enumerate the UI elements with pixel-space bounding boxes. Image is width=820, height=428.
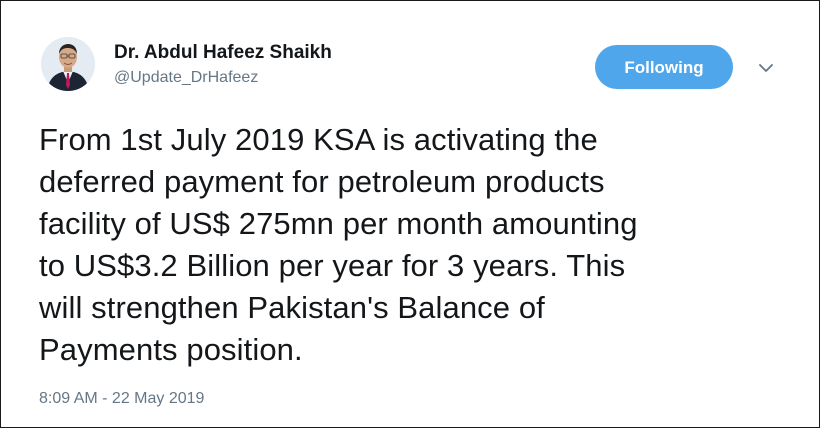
tweet-text-line: From 1st July 2019 KSA is activating the: [39, 122, 598, 157]
author-handle[interactable]: @Update_DrHafeez: [114, 67, 332, 89]
following-button[interactable]: Following: [595, 45, 733, 89]
tweet-text-line: will strengthen Pakistan's Balance of: [39, 290, 545, 325]
avatar[interactable]: [41, 37, 95, 91]
chevron-down-icon: [759, 64, 773, 72]
author-display-name[interactable]: Dr. Abdul Hafeez Shaikh: [114, 41, 332, 65]
tweet-text-line: to US$3.2 Billion per year for 3 years. …: [39, 248, 626, 283]
tweet-header: Dr. Abdul Hafeez Shaikh @Update_DrHafeez…: [1, 1, 819, 111]
tweet-text-line: Payments position.: [39, 332, 303, 367]
profile-photo-icon: [41, 37, 95, 91]
tweet-text: From 1st July 2019 KSA is activating the…: [39, 119, 789, 371]
tweet-text-line: facility of US$ 275mn per month amountin…: [39, 206, 638, 241]
tweet-timestamp[interactable]: 8:09 AM - 22 May 2019: [39, 388, 204, 410]
tweet-text-line: deferred payment for petroleum products: [39, 164, 605, 199]
author-info: Dr. Abdul Hafeez Shaikh @Update_DrHafeez: [114, 41, 332, 89]
more-options-caret[interactable]: [755, 57, 777, 79]
tweet-card: Dr. Abdul Hafeez Shaikh @Update_DrHafeez…: [0, 0, 820, 428]
